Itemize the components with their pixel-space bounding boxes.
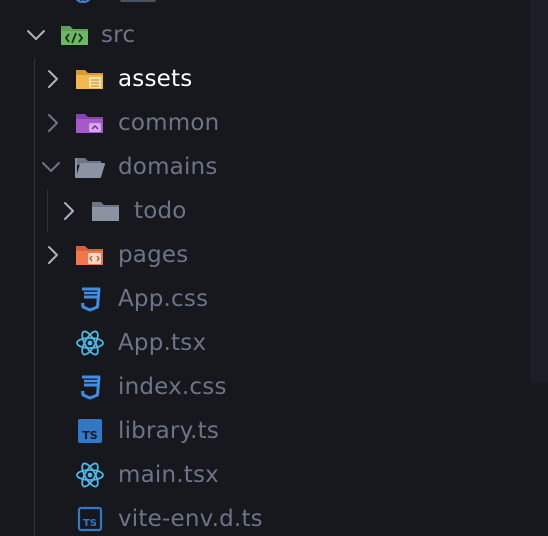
assets-folder-icon	[75, 64, 105, 94]
chevron-down-icon[interactable]	[41, 157, 61, 177]
tree-item-label: vite-env.d.ts	[118, 506, 263, 532]
react-icon	[75, 460, 105, 490]
typescript-icon: TS	[75, 416, 105, 446]
tree-item-app-css[interactable]: App.css	[0, 277, 530, 321]
tree-item-pages[interactable]: pages	[0, 233, 530, 277]
chevron-down-icon[interactable]	[26, 25, 46, 45]
tree-item-label: App.tsx	[118, 330, 207, 356]
src-folder-icon	[60, 20, 90, 50]
tree-item-label: pages	[118, 242, 189, 268]
tree-item-common[interactable]: common	[0, 101, 530, 145]
file-explorer-tree: src assets common domains todo pages App…	[0, 0, 548, 536]
tree-item-main-tsx[interactable]: main.tsx	[0, 453, 530, 497]
css-icon	[75, 284, 105, 314]
pages-folder-icon	[75, 240, 105, 270]
partial-row-text	[120, 0, 156, 2]
tree-item-label: App.css	[118, 286, 209, 312]
vertical-scrollbar[interactable]	[530, 0, 548, 383]
tree-item-label: assets	[118, 66, 193, 92]
tree-item-library-ts[interactable]: TS library.ts	[0, 409, 530, 453]
tree-item-index-css[interactable]: index.css	[0, 365, 530, 409]
tree-item-label: todo	[134, 198, 187, 224]
tree-item-src[interactable]: src	[0, 13, 530, 57]
tree-item-assets[interactable]: assets	[0, 57, 530, 101]
common-folder-icon	[75, 108, 105, 138]
chevron-right-icon[interactable]	[43, 113, 63, 133]
tree-item-label: library.ts	[118, 418, 220, 444]
typescript-icon: TS	[75, 504, 105, 534]
tree-item-domains[interactable]: domains	[0, 145, 530, 189]
react-icon	[75, 328, 105, 358]
tree-item-vite-env[interactable]: TS vite-env.d.ts	[0, 497, 530, 536]
chevron-right-icon[interactable]	[43, 245, 63, 265]
chevron-right-icon[interactable]	[43, 69, 63, 89]
folder-open-icon	[75, 152, 105, 182]
svg-text:TS: TS	[82, 429, 98, 442]
tree-item-label: domains	[118, 154, 218, 180]
svg-text:TS: TS	[83, 518, 97, 529]
tree-item-todo[interactable]: todo	[0, 189, 530, 233]
tree-item-label: index.css	[118, 374, 227, 400]
tree-item-label: src	[101, 22, 136, 48]
css-icon	[75, 372, 105, 402]
chevron-right-icon[interactable]	[59, 201, 79, 221]
folder-icon	[91, 196, 121, 226]
tree-item-app-tsx[interactable]: App.tsx	[0, 321, 530, 365]
tree-item-label: main.tsx	[118, 462, 219, 488]
partial-row-icon	[72, 0, 94, 4]
tree-item-label: common	[118, 110, 220, 136]
